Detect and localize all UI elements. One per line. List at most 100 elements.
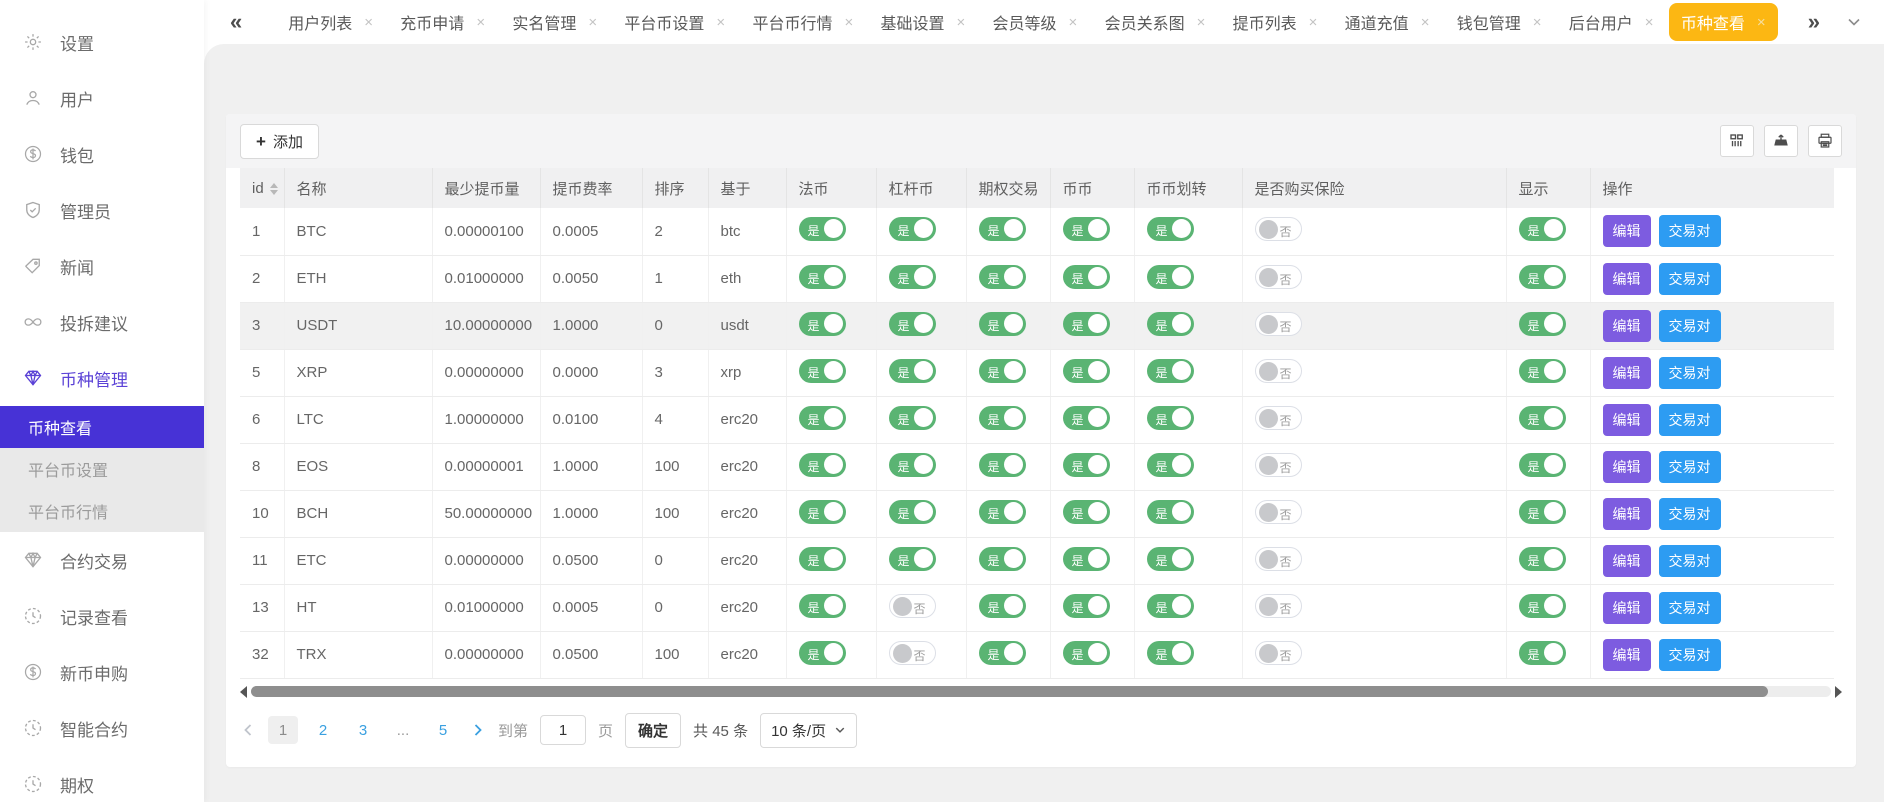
close-tab-icon[interactable]: × [1309, 15, 1318, 30]
transfer-toggle[interactable]: 是 [1147, 453, 1194, 477]
lever-toggle[interactable]: 否 [889, 641, 936, 665]
sidebar-subitem-platform-coin-set[interactable]: 平台币设置 [0, 448, 204, 490]
tab-8[interactable]: 会员关系图× [1093, 3, 1218, 41]
edit-button[interactable]: 编辑 [1603, 263, 1651, 295]
coin-toggle[interactable]: 是 [1063, 217, 1110, 241]
page-button-2[interactable]: 2 [308, 716, 338, 744]
visible-toggle[interactable]: 是 [1519, 594, 1566, 618]
coin-toggle[interactable]: 是 [1063, 406, 1110, 430]
transfer-toggle[interactable]: 是 [1147, 217, 1194, 241]
fiat-toggle[interactable]: 是 [799, 594, 846, 618]
option-toggle[interactable]: 是 [979, 217, 1026, 241]
sidebar-subitem-platform-coin-mkt[interactable]: 平台币行情 [0, 490, 204, 532]
close-tab-icon[interactable]: × [844, 15, 853, 30]
trading-pair-button[interactable]: 交易对 [1659, 215, 1721, 247]
insurance-toggle[interactable]: 否 [1255, 359, 1302, 383]
insurance-toggle[interactable]: 否 [1255, 406, 1302, 430]
sidebar-item-options[interactable]: 期权 [0, 756, 204, 802]
fiat-toggle[interactable]: 是 [799, 547, 846, 571]
insurance-toggle[interactable]: 否 [1255, 265, 1302, 289]
coin-toggle[interactable]: 是 [1063, 641, 1110, 665]
sidebar-item-feedback[interactable]: 投拆建议 [0, 294, 204, 350]
tab-10[interactable]: 通道充值× [1333, 3, 1442, 41]
goto-page-input[interactable] [540, 715, 586, 745]
insurance-toggle[interactable]: 否 [1255, 312, 1302, 336]
insurance-toggle[interactable]: 否 [1255, 500, 1302, 524]
close-tab-icon[interactable]: × [476, 15, 485, 30]
edit-button[interactable]: 编辑 [1603, 498, 1651, 530]
visible-toggle[interactable]: 是 [1519, 641, 1566, 665]
trading-pair-button[interactable]: 交易对 [1659, 263, 1721, 295]
insurance-toggle[interactable]: 否 [1255, 547, 1302, 571]
trading-pair-button[interactable]: 交易对 [1659, 592, 1721, 624]
tab-12[interactable]: 后台用户× [1557, 3, 1666, 41]
sidebar-item-coin-manage[interactable]: 币种管理 [0, 350, 204, 406]
option-toggle[interactable]: 是 [979, 453, 1026, 477]
option-toggle[interactable]: 是 [979, 359, 1026, 383]
insurance-toggle[interactable]: 否 [1255, 594, 1302, 618]
lever-toggle[interactable]: 是 [889, 312, 936, 336]
sidebar-item-admin[interactable]: 管理员 [0, 182, 204, 238]
close-tab-icon[interactable]: × [957, 15, 966, 30]
trading-pair-button[interactable]: 交易对 [1659, 451, 1721, 483]
sidebar-item-contract-trade[interactable]: 合约交易 [0, 532, 204, 588]
close-tab-icon[interactable]: × [716, 15, 725, 30]
visible-toggle[interactable]: 是 [1519, 359, 1566, 383]
edit-button[interactable]: 编辑 [1603, 357, 1651, 389]
scroll-right-arrow-icon[interactable] [1835, 686, 1842, 698]
scrollbar-thumb[interactable] [251, 686, 1768, 697]
coin-toggle[interactable]: 是 [1063, 359, 1110, 383]
sidebar-item-wallet[interactable]: 钱包 [0, 126, 204, 182]
sidebar-item-smart-contract[interactable]: 智能合约 [0, 700, 204, 756]
trading-pair-button[interactable]: 交易对 [1659, 498, 1721, 530]
sidebar-item-records[interactable]: 记录查看 [0, 588, 204, 644]
add-button[interactable]: + 添加 [240, 124, 319, 159]
sidebar-item-news[interactable]: 新闻 [0, 238, 204, 294]
fiat-toggle[interactable]: 是 [799, 359, 846, 383]
edit-button[interactable]: 编辑 [1603, 451, 1651, 483]
visible-toggle[interactable]: 是 [1519, 453, 1566, 477]
coin-toggle[interactable]: 是 [1063, 594, 1110, 618]
close-tab-icon[interactable]: × [364, 15, 373, 30]
fiat-toggle[interactable]: 是 [799, 500, 846, 524]
confirm-button[interactable]: 确定 [625, 713, 681, 748]
visible-toggle[interactable]: 是 [1519, 312, 1566, 336]
option-toggle[interactable]: 是 [979, 500, 1026, 524]
edit-button[interactable]: 编辑 [1603, 592, 1651, 624]
trading-pair-button[interactable]: 交易对 [1659, 310, 1721, 342]
lever-toggle[interactable]: 是 [889, 406, 936, 430]
lever-toggle[interactable]: 是 [889, 547, 936, 571]
lever-toggle[interactable]: 是 [889, 359, 936, 383]
coin-toggle[interactable]: 是 [1063, 453, 1110, 477]
fiat-toggle[interactable]: 是 [799, 265, 846, 289]
tab-2[interactable]: 充币申请× [388, 3, 497, 41]
transfer-toggle[interactable]: 是 [1147, 500, 1194, 524]
coin-toggle[interactable]: 是 [1063, 265, 1110, 289]
close-tab-icon[interactable]: × [1069, 15, 1078, 30]
trading-pair-button[interactable]: 交易对 [1659, 639, 1721, 671]
lever-toggle[interactable]: 是 [889, 453, 936, 477]
sidebar-item-settings[interactable]: 设置 [0, 14, 204, 70]
visible-toggle[interactable]: 是 [1519, 406, 1566, 430]
visible-toggle[interactable]: 是 [1519, 265, 1566, 289]
transfer-toggle[interactable]: 是 [1147, 594, 1194, 618]
per-page-select[interactable]: 10 条/页 [760, 713, 857, 748]
option-toggle[interactable]: 是 [979, 265, 1026, 289]
scroll-left-arrow-icon[interactable] [240, 686, 247, 698]
tab-9[interactable]: 提币列表× [1221, 3, 1330, 41]
tab-11[interactable]: 钱包管理× [1445, 3, 1554, 41]
close-tab-icon[interactable]: × [1645, 15, 1654, 30]
option-toggle[interactable]: 是 [979, 641, 1026, 665]
option-toggle[interactable]: 是 [979, 547, 1026, 571]
edit-button[interactable]: 编辑 [1603, 310, 1651, 342]
transfer-toggle[interactable]: 是 [1147, 406, 1194, 430]
option-toggle[interactable]: 是 [979, 594, 1026, 618]
coin-toggle[interactable]: 是 [1063, 312, 1110, 336]
trading-pair-button[interactable]: 交易对 [1659, 357, 1721, 389]
sort-carets-icon[interactable] [270, 183, 278, 195]
tab-6[interactable]: 基础设置× [868, 3, 977, 41]
visible-toggle[interactable]: 是 [1519, 217, 1566, 241]
edit-button[interactable]: 编辑 [1603, 639, 1651, 671]
option-toggle[interactable]: 是 [979, 312, 1026, 336]
tab-4[interactable]: 平台币设置× [612, 3, 737, 41]
